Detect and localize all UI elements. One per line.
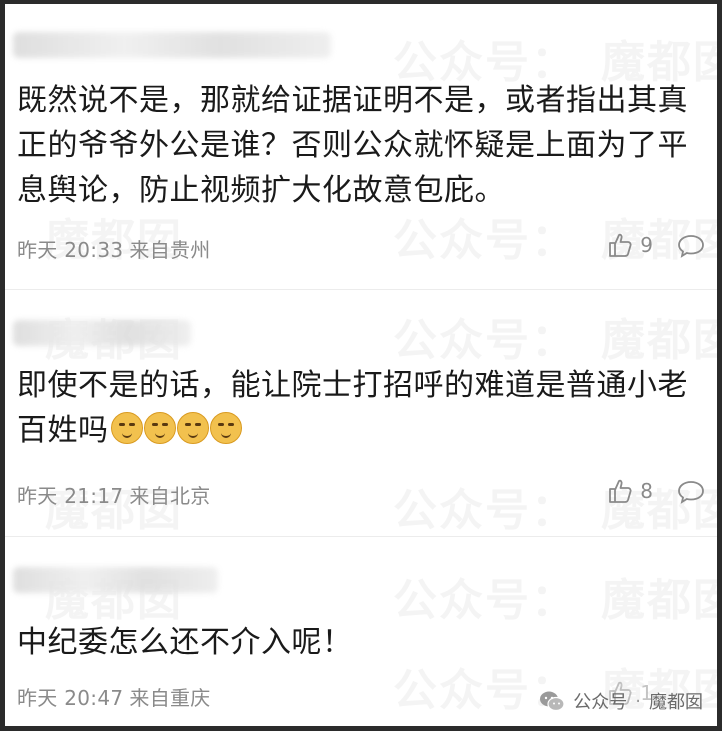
thumbs-up-icon [609,233,632,257]
account-badge: 公众号 · 魔都囡 [539,688,703,714]
doge-emoji-icon [209,412,242,444]
emoji-group [110,412,242,444]
comment-meta: 昨天 21:17 来自北京 [17,480,217,509]
comment-meta: 昨天 20:33 来自贵州 [17,234,217,263]
like-count: 8 [640,479,653,503]
comment-text: 即使不是的话，能让院士打招呼的难道是普通小老百姓吗 [17,363,703,453]
like-count: 9 [640,233,653,257]
comment-item: 既然说不是，那就给证据证明不是，或者指出其真正的爷爷外公是谁？否则公众就怀疑是上… [5,4,717,289]
comment-time: 昨天 20:33 [17,238,124,262]
comment-bubble-icon[interactable] [677,480,705,504]
doge-emoji-icon [176,412,209,444]
comment-bubble-icon[interactable] [677,234,705,258]
comment-location: 来自北京 [129,484,211,508]
badge-separator: · [635,690,641,712]
comment-time: 昨天 21:17 [17,484,124,508]
comment-time: 昨天 20:47 [17,686,124,710]
account-name: 魔都囡 [649,692,703,713]
like-button[interactable]: 8 [608,478,653,504]
comment-meta: 昨天 20:47 来自重庆 [17,682,217,711]
account-label: 公众号 [573,692,628,713]
comment-text: 既然说不是，那就给证据证明不是，或者指出其真正的爷爷外公是谁？否则公众就怀疑是上… [17,83,688,208]
blurred-username[interactable] [13,32,331,58]
wechat-icon [540,691,565,712]
blurred-username[interactable] [13,320,191,346]
blurred-username[interactable] [13,567,218,593]
doge-emoji-icon [110,412,143,444]
comment-item: 即使不是的话，能让院士打招呼的难道是普通小老百姓吗 昨天 21:17 来自北京 8 [5,290,717,536]
comment-location: 来自贵州 [129,238,211,262]
comment-location: 来自重庆 [129,686,211,710]
like-button[interactable]: 9 [608,232,653,258]
thumbs-up-icon [609,479,632,503]
doge-emoji-icon [143,412,176,444]
comment-text: 中纪委怎么还不介入呢！ [17,625,353,660]
comment-card: 公众号：魔都囡 魔都囡 公众号：魔都囡 魔都囡 公众号：魔都囡 魔都囡 公众号：… [5,4,717,726]
